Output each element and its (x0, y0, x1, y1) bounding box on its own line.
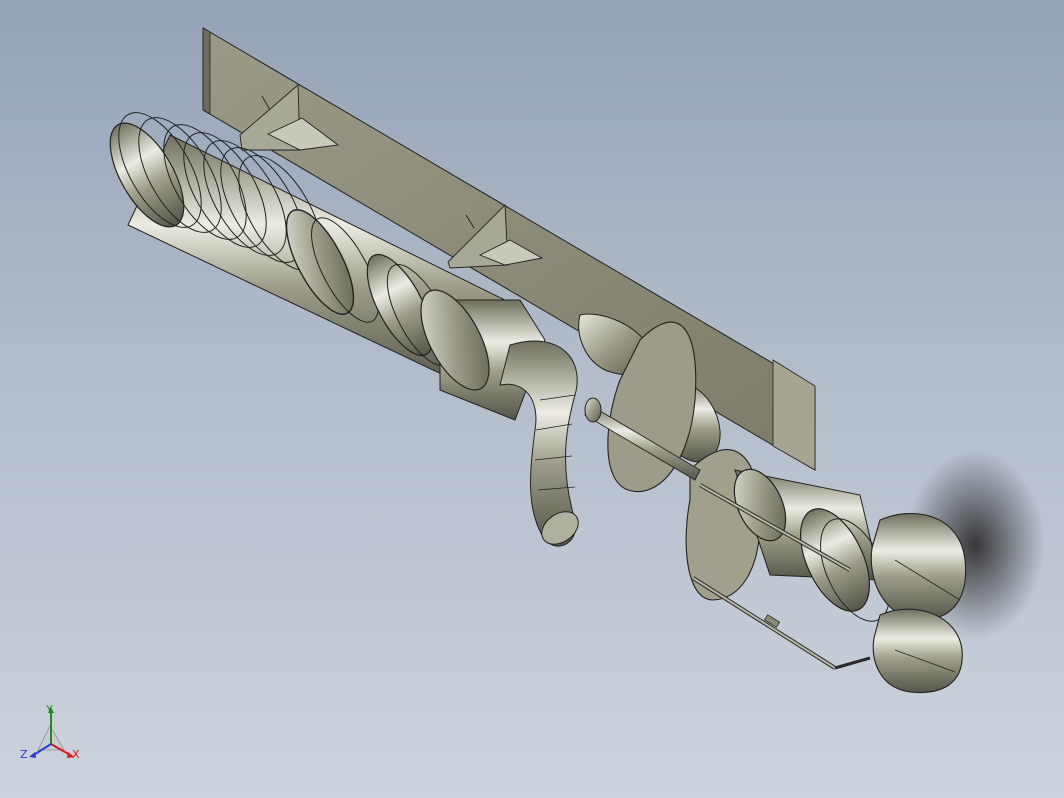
graphics-viewport[interactable]: Y X Z (0, 0, 1064, 798)
view-orientation-triad[interactable]: Y X Z (16, 700, 88, 772)
x-axis-label: X (72, 748, 80, 761)
exhaust-collector[interactable] (870, 513, 967, 694)
y-axis-label: Y (46, 703, 53, 716)
intake-duct[interactable] (499, 340, 584, 551)
cad-model-scene[interactable] (0, 0, 1064, 798)
z-axis-label: Z (20, 748, 28, 761)
